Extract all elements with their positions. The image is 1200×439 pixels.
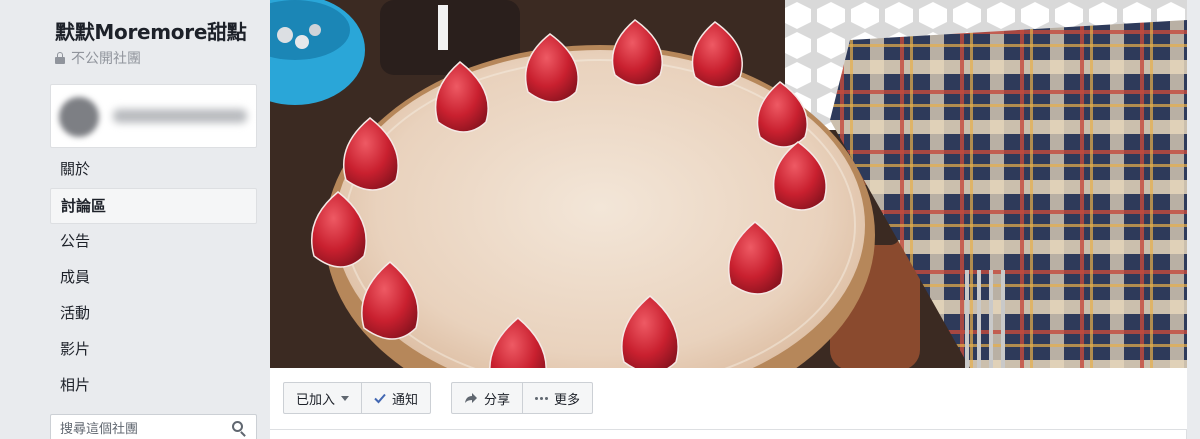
more-label: 更多 [554,392,581,408]
avatar [59,97,99,137]
cover-photo[interactable] [270,0,1187,368]
search-icon[interactable] [232,421,246,437]
search-input[interactable] [51,415,221,439]
privacy-label: 不公開社團 [71,51,141,67]
check-icon [374,393,386,404]
main-content: 已加入 通知 分享 更多 [270,0,1187,439]
nav-item-announcements[interactable]: 公告 [50,224,257,260]
action-bar: 已加入 通知 分享 更多 [270,368,1187,430]
nav-item-members[interactable]: 成員 [50,260,257,296]
nav-item-about[interactable]: 關於 [50,152,257,188]
profile-name-blurred [113,109,247,123]
nav-item-videos[interactable]: 影片 [50,332,257,368]
nav-item-events[interactable]: 活動 [50,296,257,332]
more-button[interactable]: 更多 [522,383,592,413]
share-icon [465,393,477,403]
joined-label: 已加入 [296,392,336,408]
share-button[interactable]: 分享 [452,383,522,413]
chevron-down-icon [341,395,350,401]
page-gutter [1187,0,1200,439]
privacy-status: 不公開社團 [55,48,141,68]
nav-item-photos[interactable]: 相片 [50,368,257,404]
group-name[interactable]: 默默Moremore甜點 [55,16,247,45]
joined-button[interactable]: 已加入 [284,383,361,413]
nav-item-discussion[interactable]: 討論區 [50,188,257,224]
membership-button-group: 已加入 通知 [283,382,432,414]
group-search [50,414,257,439]
share-button-group: 分享 更多 [451,382,594,414]
notifications-button[interactable]: 通知 [361,383,430,413]
profile-card[interactable] [50,84,257,148]
sidebar: 默默Moremore甜點 不公開社團 關於 討論區 公告 成員 活動 影片 相片 [0,0,270,439]
lock-icon [55,52,65,64]
share-label: 分享 [484,392,511,408]
more-dots-icon [535,396,549,400]
notify-label: 通知 [392,392,419,408]
group-nav: 關於 討論區 公告 成員 活動 影片 相片 [50,152,257,404]
